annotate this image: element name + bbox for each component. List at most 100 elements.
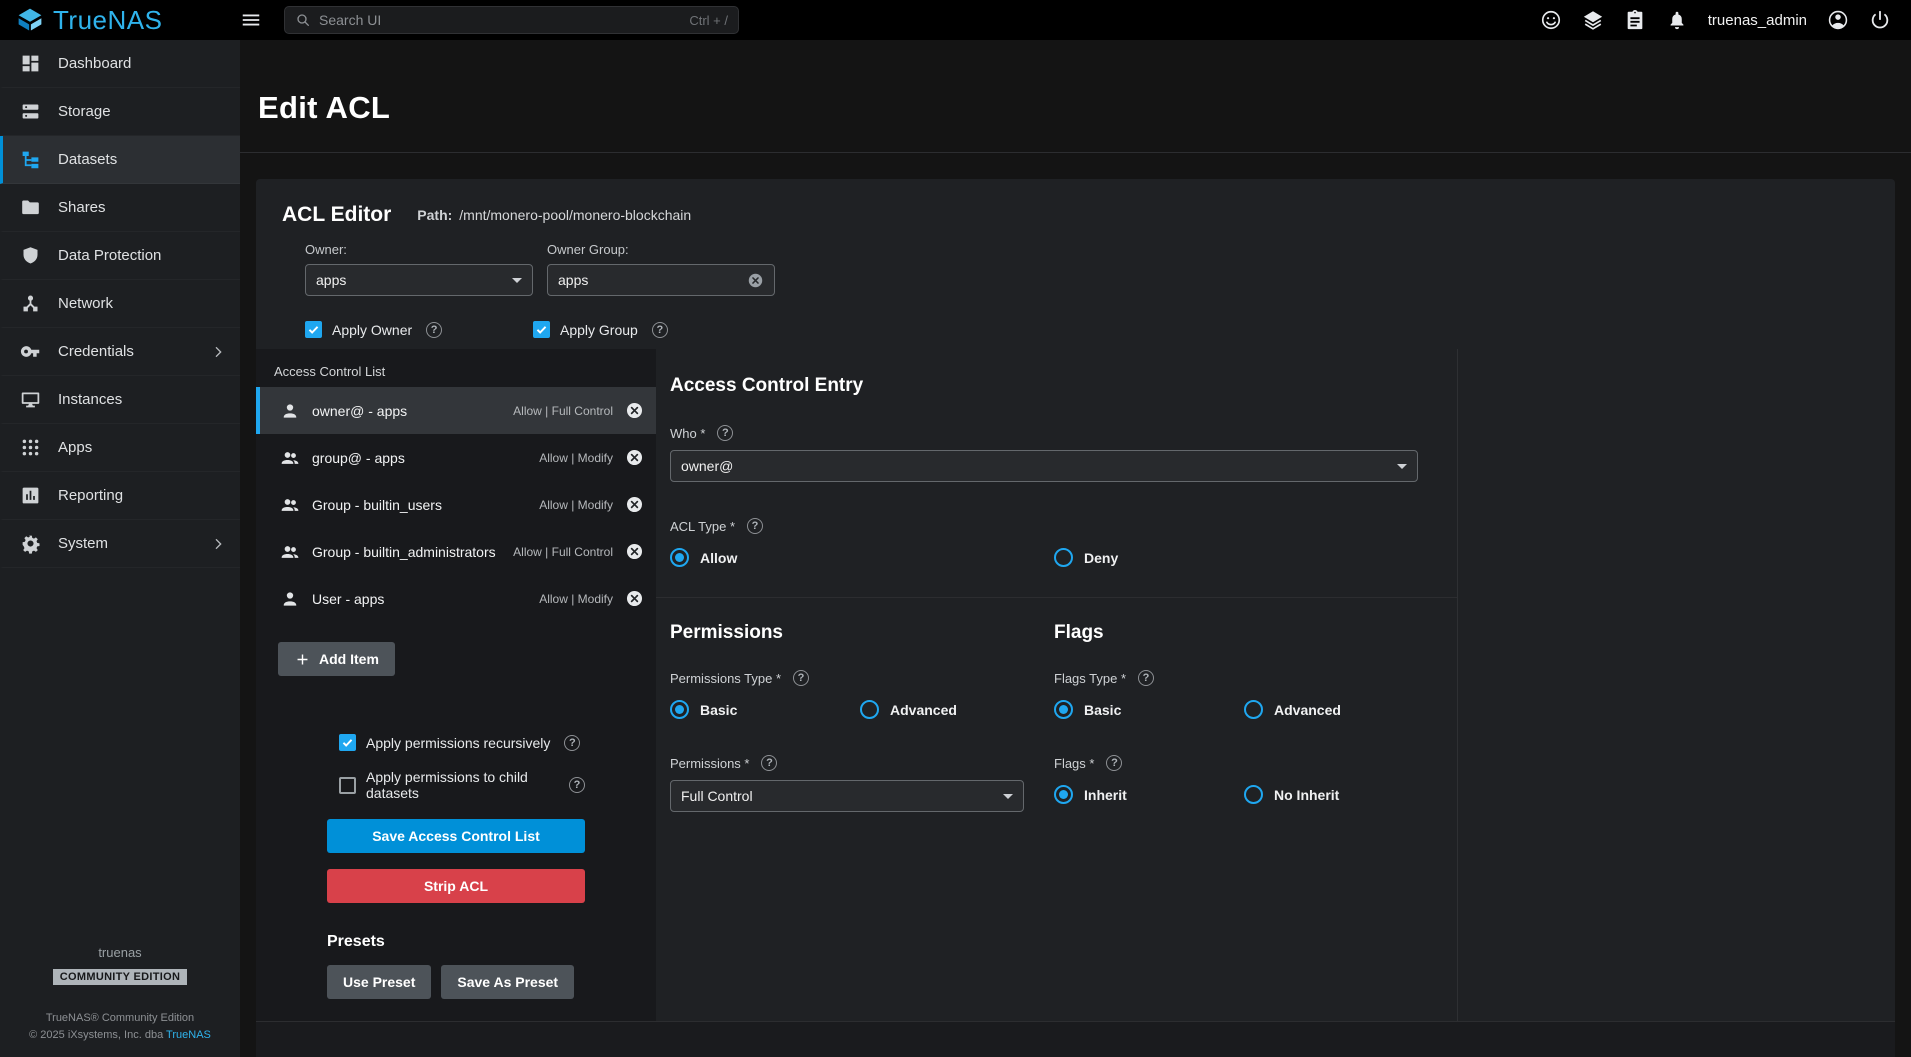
bell-alerts-icon[interactable] — [1666, 9, 1688, 31]
add-item-button[interactable]: Add Item — [278, 642, 395, 676]
acl-type-label: ACL Type * — [670, 519, 735, 534]
help-icon[interactable] — [717, 425, 733, 441]
apply-owner-label: Apply Owner — [332, 322, 412, 338]
sidebar-item-credentials[interactable]: Credentials — [0, 328, 240, 376]
radio-inherit[interactable]: Inherit — [1054, 785, 1244, 804]
radio-permissions-advanced[interactable]: Advanced — [860, 700, 957, 719]
remove-entry-button[interactable] — [625, 401, 644, 420]
hamburger-menu-icon[interactable] — [240, 9, 262, 31]
dashboard-icon — [20, 53, 41, 74]
person-icon — [280, 401, 300, 421]
save-acl-button[interactable]: Save Access Control List — [327, 819, 585, 853]
add-item-label: Add Item — [319, 651, 379, 667]
sidebar-item-instances[interactable]: Instances — [0, 376, 240, 424]
owner-value: apps — [316, 272, 512, 288]
power-icon[interactable] — [1869, 9, 1891, 31]
sidebar-footer: truenas COMMUNITY EDITION TrueNAS® Commu… — [0, 945, 240, 1057]
owner-group-value: apps — [558, 272, 747, 288]
radio-allow-label: Allow — [700, 550, 737, 566]
sidebar-item-label: Reporting — [58, 487, 123, 504]
caret-down-icon — [1397, 464, 1407, 469]
who-select[interactable]: owner@ — [670, 450, 1418, 482]
acl-entry-row[interactable]: Group - builtin_users Allow | Modify — [256, 481, 656, 528]
ace-heading: Access Control Entry — [670, 375, 1895, 397]
acl-entry-row[interactable]: User - apps Allow | Modify — [256, 575, 656, 622]
help-icon[interactable] — [1138, 670, 1154, 686]
acl-entry-meta: Allow | Modify — [539, 498, 613, 512]
help-icon[interactable] — [761, 755, 777, 771]
radio-no-inherit-label: No Inherit — [1274, 787, 1339, 803]
who-value: owner@ — [681, 458, 1397, 474]
search-box[interactable]: Ctrl + / — [284, 6, 739, 34]
remove-entry-button[interactable] — [625, 589, 644, 608]
sidebar-item-network[interactable]: Network — [0, 280, 240, 328]
gear-icon — [20, 533, 41, 554]
search-input[interactable] — [319, 12, 681, 28]
owner-group-label: Owner Group: — [547, 242, 775, 257]
sidebar-item-label: Dashboard — [58, 55, 131, 72]
radio-basic-label: Basic — [1084, 702, 1121, 718]
help-icon[interactable] — [564, 735, 580, 751]
chevron-right-icon — [210, 536, 226, 552]
use-preset-button[interactable]: Use Preset — [327, 965, 431, 999]
strip-acl-button[interactable]: Strip ACL — [327, 869, 585, 903]
remove-entry-button[interactable] — [625, 542, 644, 561]
layers-icon[interactable] — [1582, 9, 1604, 31]
apply-recursive-checkbox[interactable]: Apply permissions recursively — [339, 734, 585, 751]
help-icon[interactable] — [569, 777, 585, 793]
permissions-select[interactable]: Full Control — [670, 780, 1024, 812]
sidebar: Dashboard Storage Datasets Shares Data P… — [0, 40, 240, 1057]
apps-grid-icon — [20, 437, 41, 458]
help-icon[interactable] — [426, 322, 442, 338]
feedback-smiley-icon[interactable] — [1540, 9, 1562, 31]
flags-label-row: Flags * — [1054, 755, 1454, 771]
acl-entry-row[interactable]: owner@ - apps Allow | Full Control — [256, 387, 656, 434]
acl-entry-row[interactable]: group@ - apps Allow | Modify — [256, 434, 656, 481]
radio-allow[interactable]: Allow — [670, 548, 1054, 567]
help-icon[interactable] — [747, 518, 763, 534]
apply-child-datasets-checkbox[interactable]: Apply permissions to child datasets — [339, 769, 585, 801]
user-avatar-icon[interactable] — [1827, 9, 1849, 31]
radio-icon — [670, 700, 689, 719]
radio-icon — [1054, 548, 1073, 567]
radio-no-inherit[interactable]: No Inherit — [1244, 785, 1339, 804]
sidebar-item-dashboard[interactable]: Dashboard — [0, 40, 240, 88]
sidebar-item-data-protection[interactable]: Data Protection — [0, 232, 240, 280]
sidebar-item-reporting[interactable]: Reporting — [0, 472, 240, 520]
flags-type-label: Flags Type * — [1054, 671, 1126, 686]
group-icon — [280, 448, 300, 468]
acl-entry-who: owner@ - apps — [312, 403, 407, 419]
search-icon — [295, 12, 311, 28]
radio-deny[interactable]: Deny — [1054, 548, 1118, 567]
remove-entry-button[interactable] — [625, 448, 644, 467]
apply-recursive-label: Apply permissions recursively — [366, 735, 550, 751]
remove-entry-button[interactable] — [625, 495, 644, 514]
clear-icon[interactable] — [747, 272, 764, 289]
owner-select[interactable]: apps — [305, 264, 533, 296]
brand: TrueNAS — [0, 5, 240, 36]
save-as-preset-button[interactable]: Save As Preset — [441, 965, 574, 999]
sidebar-item-shares[interactable]: Shares — [0, 184, 240, 232]
sidebar-item-datasets[interactable]: Datasets — [0, 136, 240, 184]
sidebar-item-system[interactable]: System — [0, 520, 240, 568]
acl-entry-who: User - apps — [312, 591, 384, 607]
brand-name: TrueNAS — [53, 5, 162, 36]
help-icon[interactable] — [652, 322, 668, 338]
owner-group-input[interactable]: apps — [547, 264, 775, 296]
card-footer — [256, 1021, 1895, 1057]
truenas-link[interactable]: TrueNAS — [166, 1029, 211, 1041]
flags-section: Flags Flags Type * Basic — [1054, 622, 1454, 812]
radio-permissions-basic[interactable]: Basic — [670, 700, 860, 719]
acl-entry-row[interactable]: Group - builtin_administrators Allow | F… — [256, 528, 656, 575]
apply-group-checkbox[interactable]: Apply Group — [533, 321, 761, 338]
network-hub-icon — [20, 293, 41, 314]
apply-owner-checkbox[interactable]: Apply Owner — [305, 321, 533, 338]
sidebar-item-apps[interactable]: Apps — [0, 424, 240, 472]
checkbox-icon — [533, 321, 550, 338]
sidebar-item-storage[interactable]: Storage — [0, 88, 240, 136]
radio-flags-basic[interactable]: Basic — [1054, 700, 1244, 719]
help-icon[interactable] — [1106, 755, 1122, 771]
clipboard-jobs-icon[interactable] — [1624, 9, 1646, 31]
radio-flags-advanced[interactable]: Advanced — [1244, 700, 1341, 719]
help-icon[interactable] — [793, 670, 809, 686]
